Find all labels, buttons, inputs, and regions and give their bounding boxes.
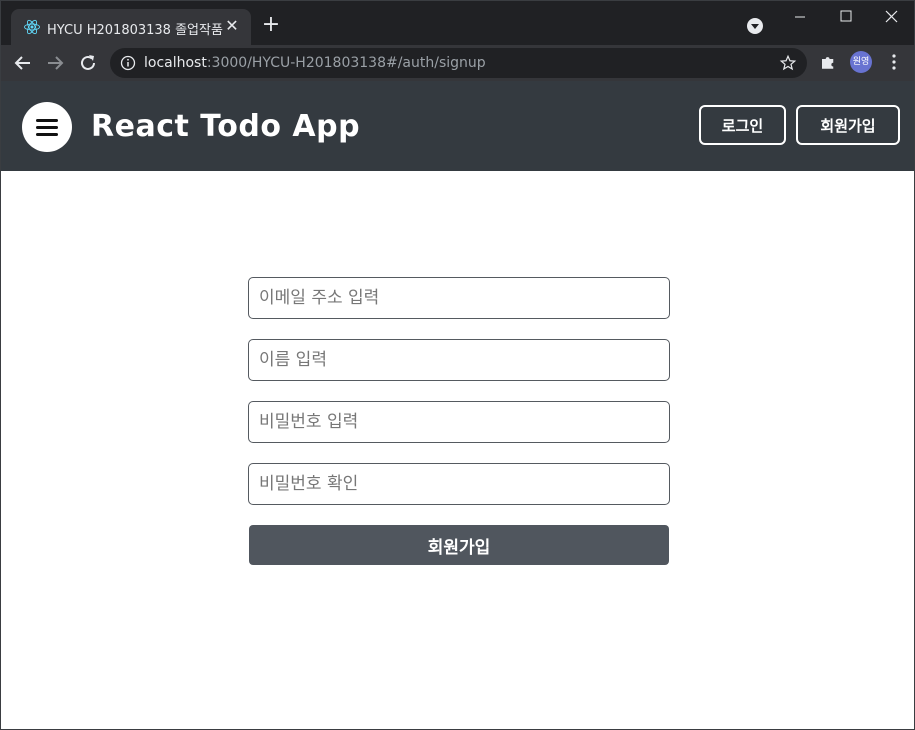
browser-tab[interactable]: HYCU H201803138 졸업작품 ✕ bbox=[11, 9, 251, 45]
password-confirm-input[interactable] bbox=[248, 463, 670, 505]
address-bar[interactable]: localhost:3000/HYCU-H201803138#/auth/sig… bbox=[110, 48, 807, 78]
login-button[interactable]: 로그인 bbox=[699, 105, 786, 145]
url-path: :3000/HYCU-H201803138#/auth/signup bbox=[206, 55, 486, 71]
maximize-icon[interactable] bbox=[823, 1, 869, 33]
name-input[interactable] bbox=[248, 339, 670, 381]
profile-avatar[interactable]: 원영 bbox=[850, 51, 872, 73]
extensions-puzzle-icon[interactable] bbox=[819, 53, 837, 71]
minimize-icon[interactable] bbox=[777, 1, 823, 33]
window-close-icon[interactable] bbox=[869, 1, 915, 33]
bookmark-star-icon[interactable] bbox=[779, 54, 797, 72]
hamburger-menu-icon[interactable] bbox=[22, 102, 72, 152]
browser-toolbar: localhost:3000/HYCU-H201803138#/auth/sig… bbox=[1, 45, 914, 81]
close-tab-icon[interactable]: ✕ bbox=[223, 17, 241, 35]
email-input[interactable] bbox=[248, 277, 670, 319]
new-tab-icon[interactable]: + bbox=[260, 14, 282, 37]
url-host: localhost bbox=[144, 55, 207, 71]
back-arrow-icon[interactable] bbox=[11, 51, 35, 75]
url-text: localhost:3000/HYCU-H201803138#/auth/sig… bbox=[144, 55, 486, 71]
app-brand-title: React Todo App bbox=[91, 109, 361, 144]
app-header: React Todo App 로그인 회원가입 bbox=[1, 81, 914, 171]
react-logo-icon bbox=[24, 19, 40, 35]
header-signup-button[interactable]: 회원가입 bbox=[796, 105, 900, 145]
tab-search-icon[interactable] bbox=[746, 17, 764, 35]
browser-window: HYCU H201803138 졸업작품 ✕ + localhost:3000/… bbox=[0, 0, 915, 730]
password-input[interactable] bbox=[248, 401, 670, 443]
tab-strip: HYCU H201803138 졸업작품 ✕ + bbox=[1, 1, 914, 45]
forward-arrow-icon[interactable] bbox=[43, 51, 67, 75]
info-icon[interactable] bbox=[120, 55, 136, 71]
reload-icon[interactable] bbox=[76, 51, 100, 75]
signup-submit-button[interactable]: 회원가입 bbox=[249, 525, 669, 565]
tab-title: HYCU H201803138 졸업작품 bbox=[47, 23, 223, 38]
kebab-menu-icon[interactable] bbox=[889, 53, 899, 71]
